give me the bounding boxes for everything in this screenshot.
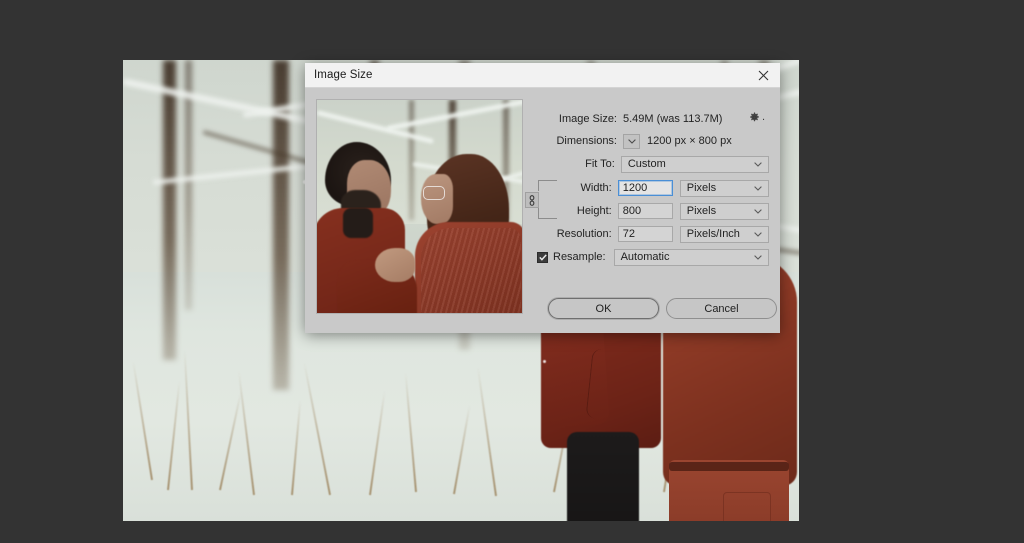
dialog-body: Image Size: 5.49M (was 113.7M) . Dimensi…	[305, 88, 780, 333]
width-label: Width:	[580, 182, 612, 194]
fit-to-value: Custom	[627, 158, 666, 170]
resample-checkbox[interactable]	[537, 251, 548, 263]
dimensions-units-dropdown-button[interactable]	[623, 133, 640, 149]
resolution-input[interactable]	[617, 226, 673, 242]
image-preview-thumbnail[interactable]	[316, 99, 523, 314]
fit-to-select[interactable]: Custom	[620, 155, 769, 173]
image-size-dialog: Image Size Image Size: 5.49M (was 113.7M…	[305, 63, 780, 333]
dimensions-value: 1200 px × 800 px	[647, 135, 732, 147]
dialog-button-bar: OK Cancel	[305, 298, 780, 320]
image-size-value: 5.49M (was 113.7M)	[623, 113, 723, 125]
resolution-unit-value: Pixels/Inch	[686, 228, 740, 240]
fit-to-label: Fit To:	[585, 158, 615, 170]
resample-select[interactable]: Automatic	[613, 248, 769, 266]
row-resample: Resample: Automatic	[537, 247, 769, 267]
row-dimensions: Dimensions: 1200 px × 800 px	[537, 132, 769, 150]
chevron-down-icon	[754, 182, 762, 194]
height-label: Height:	[576, 205, 612, 217]
height-unit-value: Pixels	[686, 205, 717, 217]
cancel-button[interactable]: Cancel	[666, 298, 777, 319]
chevron-down-icon	[754, 205, 762, 217]
row-width: Width: Pixels	[537, 178, 769, 198]
resample-label: Resample:	[553, 251, 606, 263]
width-input[interactable]	[617, 180, 673, 196]
image-size-label: Image Size:	[558, 113, 617, 125]
height-unit-select[interactable]: Pixels	[679, 202, 769, 220]
row-height: Height: Pixels	[537, 201, 769, 221]
dialog-titlebar: Image Size	[305, 63, 780, 88]
resample-value: Automatic	[620, 251, 670, 263]
chevron-down-icon	[754, 228, 762, 240]
height-input[interactable]	[617, 203, 673, 219]
ok-button[interactable]: OK	[548, 298, 659, 319]
gear-icon[interactable]: .	[749, 111, 765, 123]
close-icon[interactable]	[746, 63, 780, 87]
resolution-unit-select[interactable]: Pixels/Inch	[679, 225, 769, 243]
screen-root: Image Size Image Size: 5.49M (was 113.7M…	[0, 0, 1024, 543]
row-resolution: Resolution: Pixels/Inch	[537, 224, 769, 244]
width-unit-select[interactable]: Pixels	[679, 179, 769, 197]
width-unit-value: Pixels	[686, 182, 717, 194]
chevron-down-icon	[753, 251, 762, 263]
chevron-down-icon	[754, 158, 762, 170]
dimensions-label: Dimensions:	[556, 135, 617, 147]
resolution-label: Resolution:	[556, 228, 612, 240]
dialog-title: Image Size	[314, 69, 373, 81]
row-fit-to: Fit To: Custom	[537, 154, 769, 174]
row-image-size: Image Size: 5.49M (was 113.7M) .	[537, 110, 769, 128]
